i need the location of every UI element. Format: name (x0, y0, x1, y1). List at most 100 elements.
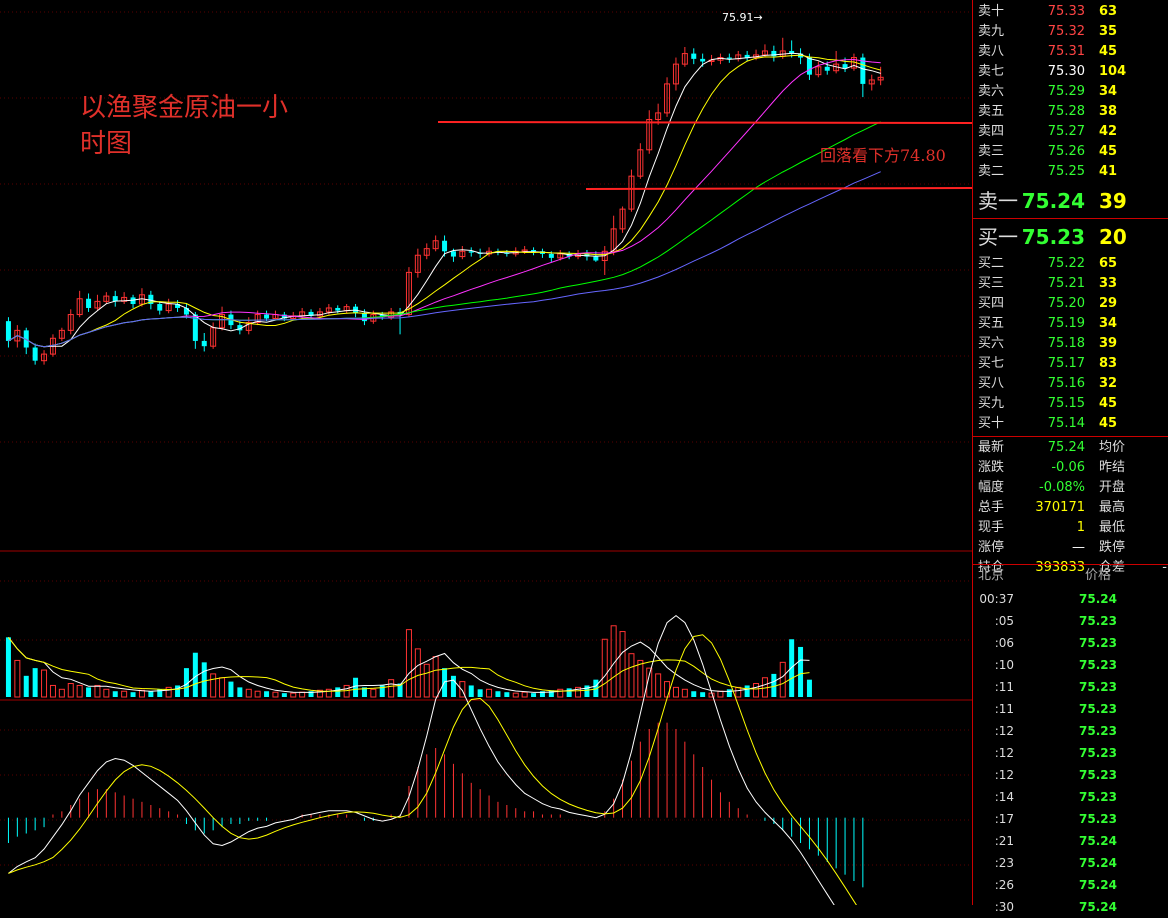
bid-price: 75.21 (1047, 276, 1085, 291)
volume-bar (432, 656, 439, 698)
tick-price: 75.23 (1079, 812, 1117, 826)
volume-bar (237, 687, 243, 697)
tick-price: 75.23 (1079, 636, 1117, 650)
tick-row: :06 75.23 (973, 632, 1168, 654)
ask-row[interactable]: 卖二 75.25 41 (973, 162, 1168, 182)
tick-row: 00:37 75.24 (973, 588, 1168, 610)
volume-bar (41, 669, 48, 698)
tick-row: :11 75.23 (973, 698, 1168, 720)
candle-body (593, 256, 599, 261)
bid-row[interactable]: 买五 75.19 34 (973, 314, 1168, 334)
ask-row[interactable]: 卖十 75.33 63 (973, 2, 1168, 22)
bid-label: 买二 (978, 256, 1005, 271)
volume-bar (103, 688, 110, 698)
volume-bar (691, 691, 697, 697)
ask-volume: 41 (1099, 164, 1118, 179)
ask-row[interactable]: 卖四 75.27 42 (973, 122, 1168, 142)
ask-price: 75.32 (1047, 24, 1085, 39)
bid-row[interactable]: 买一 75.23 20 (973, 222, 1168, 252)
volume-bar (299, 691, 306, 698)
ma60-line (8, 171, 881, 348)
candle-body (726, 57, 732, 59)
ask-row[interactable]: 卖九 75.32 35 (973, 22, 1168, 42)
ask-price: 75.24 (1021, 189, 1085, 213)
bid-row[interactable]: 买十 75.14 45 (973, 414, 1168, 434)
candle-body (842, 64, 848, 69)
bid-volume: 32 (1099, 376, 1118, 391)
bid-volume: 83 (1099, 356, 1118, 371)
tick-row: :23 75.24 (973, 852, 1168, 874)
stat-label-secondary: 均价 (1099, 440, 1126, 455)
bid-volume: 65 (1099, 256, 1118, 271)
volume-bar (512, 692, 519, 698)
ask-row[interactable]: 卖一 75.24 39 (973, 186, 1168, 216)
candle-body (824, 66, 830, 71)
bid-label: 买九 (978, 396, 1005, 411)
stat-label: 涨跌 (978, 460, 1005, 475)
bid-row[interactable]: 买七 75.17 83 (973, 354, 1168, 374)
volume-bar (14, 659, 21, 698)
ask-row[interactable]: 卖三 75.26 45 (973, 142, 1168, 162)
stat-value: -0.06 (1051, 460, 1085, 475)
volume-bar (272, 691, 279, 698)
bid-label: 买六 (978, 336, 1005, 351)
volume-bar (353, 677, 359, 697)
ask-row[interactable]: 卖八 75.31 45 (973, 42, 1168, 62)
ask-row[interactable]: 卖六 75.29 34 (973, 82, 1168, 102)
tick-row: :17 75.23 (973, 808, 1168, 830)
tick-row: :12 75.23 (973, 764, 1168, 786)
bid-label: 买十 (978, 416, 1005, 431)
tick-price: 75.23 (1079, 768, 1117, 782)
tick-price: 75.24 (1079, 878, 1117, 892)
chart-area[interactable]: 以渔聚金原油一小 时图 回落看下方74.80 75.91→ (0, 0, 972, 905)
bid-volume: 39 (1099, 336, 1118, 351)
ask-volume: 45 (1099, 44, 1118, 59)
bid-volume: 34 (1099, 316, 1118, 331)
volume-bar (290, 692, 297, 698)
support-arrow-line (585, 187, 972, 190)
bid-row[interactable]: 买二 75.22 65 (973, 254, 1168, 274)
ask-price: 75.27 (1047, 124, 1085, 139)
stat-label-secondary: 最高 (1099, 500, 1126, 515)
tick-row: :12 75.23 (973, 742, 1168, 764)
ask-label: 卖八 (978, 44, 1005, 59)
candle-body (442, 240, 448, 252)
bid-row[interactable]: 买六 75.18 39 (973, 334, 1168, 354)
volume-bar (619, 631, 626, 698)
volume-bar (210, 673, 217, 698)
ask-row[interactable]: 卖七 75.30 104 (973, 62, 1168, 82)
volume-bar (450, 675, 456, 697)
stat-label-secondary: 最低 (1099, 520, 1126, 535)
stat-value: 370171 (1035, 500, 1085, 515)
chart-title-annotation: 以渔聚金原油一小 时图 (80, 93, 289, 159)
bid-row[interactable]: 买三 75.21 33 (973, 274, 1168, 294)
volume-bar (637, 659, 644, 698)
volume-bar (557, 688, 564, 698)
tick-time: :12 (994, 724, 1014, 738)
ask-label: 卖六 (978, 84, 1005, 99)
tick-row: :21 75.24 (973, 830, 1168, 852)
ask-volume: 45 (1099, 144, 1118, 159)
volume-bar (5, 637, 11, 697)
candle-body (450, 251, 456, 257)
stat-value: 75.24 (1047, 440, 1085, 455)
bid-row[interactable]: 买九 75.15 45 (973, 394, 1168, 414)
stat-value: 1 (1076, 520, 1085, 535)
tick-time: :06 (994, 636, 1014, 650)
bid-label: 买四 (978, 296, 1005, 311)
bid-row[interactable]: 买八 75.16 32 (973, 374, 1168, 394)
candle-body (691, 53, 697, 59)
bid-price: 75.16 (1047, 376, 1085, 391)
peak-price-label: 75.91→ (722, 11, 763, 24)
ask-row[interactable]: 卖五 75.28 38 (973, 102, 1168, 122)
volume-bar (201, 662, 207, 697)
tick-time: :23 (994, 856, 1014, 870)
stat-label: 幅度 (978, 480, 1005, 495)
bid-volume: 45 (1099, 416, 1118, 431)
tick-price: 75.23 (1079, 702, 1117, 716)
ask-price: 75.31 (1047, 44, 1085, 59)
bid-price: 75.22 (1047, 256, 1085, 271)
volume-bar (806, 679, 812, 697)
bid-row[interactable]: 买四 75.20 29 (973, 294, 1168, 314)
volume-bar (753, 683, 760, 698)
